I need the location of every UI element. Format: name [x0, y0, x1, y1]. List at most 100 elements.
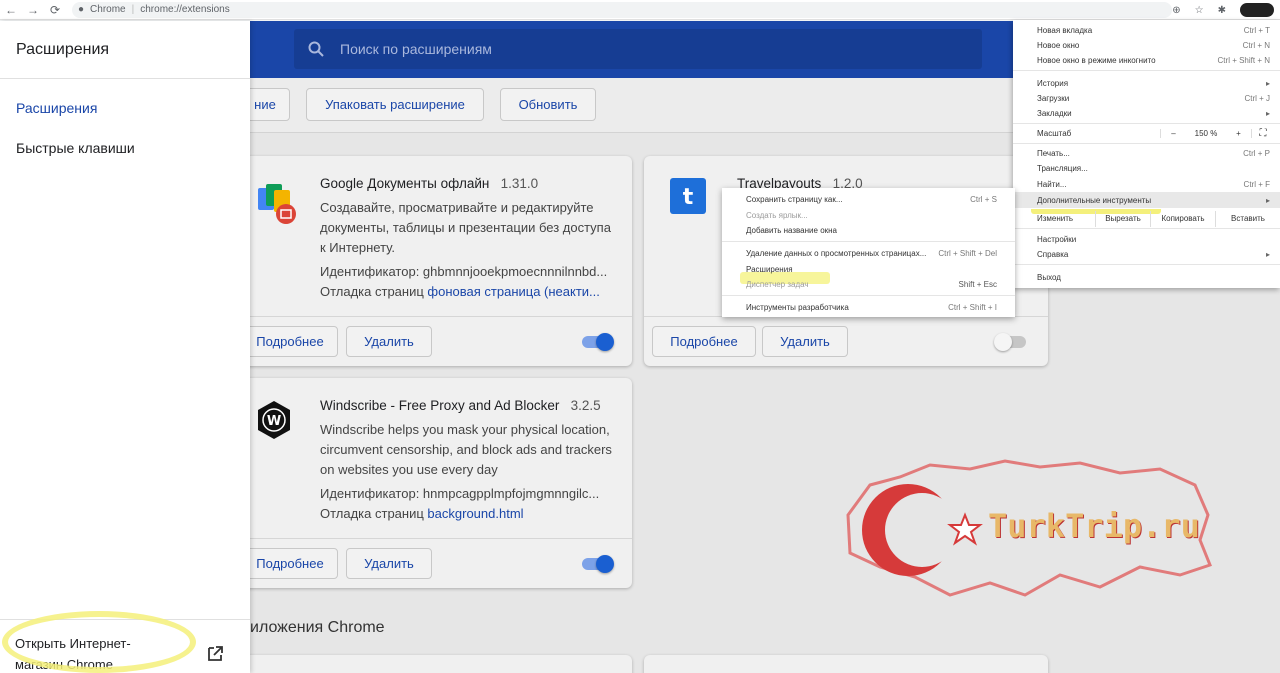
windscribe-icon: W: [258, 401, 290, 439]
search-icon: [308, 41, 324, 57]
menu-help[interactable]: Справка ▸: [1037, 247, 1270, 261]
google-docs-offline-icon: [258, 184, 296, 224]
travelpayouts-icon: t: [670, 178, 706, 214]
url-text: chrome://extensions: [140, 4, 230, 15]
card-divider: [240, 316, 632, 317]
update-button[interactable]: Обновить: [500, 88, 596, 121]
zoom-label: Масштаб: [1037, 128, 1072, 138]
zoom-value: 150 %: [1194, 128, 1218, 138]
zoom-icon[interactable]: ⊕: [1172, 5, 1180, 16]
enable-toggle[interactable]: [582, 333, 614, 351]
remove-button[interactable]: Удалить: [346, 548, 432, 579]
inspect-view-link[interactable]: фоновая страница (неакти...: [427, 284, 599, 299]
more-tools-submenu: Сохранить страницу как... Ctrl + S Создат…: [722, 188, 1015, 317]
menu-divider: [1013, 264, 1280, 265]
extension-description: Создавайте, просматривайте и редактируйт…: [320, 200, 611, 255]
watermark-text: TurkTrip.ru: [988, 507, 1200, 545]
menu-divider: [1013, 228, 1280, 229]
toggle-knob: [994, 333, 1012, 351]
submenu-create-shortcut: Создать ярлык...: [746, 210, 808, 220]
profile-avatar[interactable]: [1240, 3, 1274, 17]
toggle-knob: [596, 555, 614, 573]
zoom-out-button[interactable]: –: [1160, 128, 1186, 138]
inspect-views: Отладка страниц background.html: [320, 506, 524, 521]
menu-downloads[interactable]: Загрузки Ctrl + J: [1037, 91, 1270, 105]
toolbar-right: ⊕ ☆ ✱: [1172, 0, 1280, 20]
site-label: Chrome: [90, 4, 126, 15]
fullscreen-icon[interactable]: ⛶: [1252, 128, 1274, 139]
extension-card-gdocs: Google Документы офлайн 1.31.0 Создавайт…: [240, 156, 632, 366]
url-separator: |: [131, 4, 135, 15]
drawer-title: Расширения: [16, 41, 110, 58]
back-icon[interactable]: ←: [0, 3, 22, 17]
extension-id: Идентификатор: ghbmnnjooekpmoecnnnilnnbd…: [320, 264, 608, 279]
inspect-view-link[interactable]: background.html: [427, 506, 523, 521]
extension-title: Google Документы офлайн 1.31.0: [320, 176, 539, 191]
highlight-marker: [2, 611, 196, 673]
chrome-apps-heading: иложения Chrome: [250, 619, 385, 636]
paste-button[interactable]: Вставить: [1215, 211, 1280, 227]
details-button[interactable]: Подробнее: [242, 326, 338, 357]
drawer-item-extensions[interactable]: Расширения: [16, 100, 97, 116]
card-divider: [240, 538, 632, 539]
menu-new-window[interactable]: Новое окно Ctrl + N: [1037, 38, 1270, 52]
site-info-icon[interactable]: ●: [78, 4, 84, 15]
menu-find[interactable]: Найти... Ctrl + F: [1037, 177, 1270, 191]
details-button[interactable]: Подробнее: [242, 548, 338, 579]
zoom-controls: – 150 % + ⛶: [1160, 128, 1274, 139]
browser-toolbar: ← → ⟳ ● Chrome | chrome://extensions ⊕ ☆…: [0, 0, 1280, 20]
menu-divider: [1013, 70, 1280, 71]
menu-print[interactable]: Печать... Ctrl + P: [1037, 146, 1270, 160]
menu-exit[interactable]: Выход: [1037, 270, 1270, 284]
submenu-divider: [722, 241, 1015, 242]
submenu-divider: [722, 295, 1015, 296]
toggle-knob: [596, 333, 614, 351]
bookmark-star-icon[interactable]: ☆: [1195, 5, 1204, 16]
menu-incognito[interactable]: Новое окно в режиме инкогнито Ctrl + Shif…: [1037, 53, 1270, 67]
forward-icon[interactable]: →: [22, 3, 44, 17]
cut-button[interactable]: Вырезать: [1095, 211, 1150, 227]
turktrip-watermark: TurkTrip.ru: [830, 455, 1220, 605]
app-card-partial: [644, 655, 1048, 673]
submenu-extensions[interactable]: Расширения: [746, 262, 997, 276]
copy-button[interactable]: Копировать: [1150, 211, 1215, 227]
reload-icon[interactable]: ⟳: [44, 3, 66, 17]
extension-id: Идентификатор: hnmpcagpplmpfojmgmnngilc.…: [320, 486, 600, 501]
svg-text:W: W: [267, 414, 281, 429]
submenu-devtools[interactable]: Инструменты разработчика Ctrl + Shift + I: [746, 300, 997, 314]
menu-divider: [1013, 143, 1280, 144]
remove-button[interactable]: Удалить: [762, 326, 848, 357]
extensions-drawer: Расширения Расширения Быстрые клавиши От…: [0, 21, 250, 673]
remove-button[interactable]: Удалить: [346, 326, 432, 357]
address-bar[interactable]: ● Chrome | chrome://extensions: [72, 1, 1172, 18]
open-in-new-icon[interactable]: [206, 645, 224, 663]
pack-extension-button[interactable]: Упаковать расширение: [306, 88, 484, 121]
enable-toggle[interactable]: [994, 333, 1026, 351]
submenu-name-window[interactable]: Добавить название окна: [746, 223, 997, 237]
extensions-puzzle-icon[interactable]: ✱: [1218, 5, 1226, 16]
app-card-partial: [240, 655, 632, 673]
extension-title: Windscribe - Free Proxy and Ad Blocker 3…: [320, 398, 601, 413]
menu-settings[interactable]: Настройки: [1037, 232, 1270, 246]
menu-history[interactable]: История ▸: [1037, 76, 1270, 90]
menu-new-tab[interactable]: Новая вкладка Ctrl + T: [1037, 23, 1270, 37]
submenu-task-manager[interactable]: Диспетчер задач Shift + Esc: [746, 277, 997, 291]
menu-edit-row: Изменить Вырезать Копировать Вставить: [1013, 211, 1280, 227]
extension-card-windscribe: W Windscribe - Free Proxy and Ad Blocker…: [240, 378, 632, 588]
edit-label: Изменить: [1037, 214, 1074, 223]
search-placeholder: Поиск по расширениям: [340, 41, 492, 57]
menu-divider: [1013, 123, 1280, 124]
menu-zoom: Масштаб – 150 % + ⛶: [1037, 126, 1274, 140]
submenu-clear-data[interactable]: Удаление данных о просмотренных страница…: [746, 246, 997, 260]
extension-search[interactable]: Поиск по расширениям: [294, 29, 982, 69]
details-button[interactable]: Подробнее: [652, 326, 756, 357]
zoom-in-button[interactable]: +: [1226, 128, 1252, 138]
menu-bookmarks[interactable]: Закладки ▸: [1037, 106, 1270, 120]
drawer-item-shortcuts[interactable]: Быстрые клавиши: [16, 140, 135, 156]
submenu-save-page[interactable]: Сохранить страницу как... Ctrl + S: [746, 192, 997, 206]
inspect-views: Отладка страниц фоновая страница (неакти…: [320, 284, 600, 299]
menu-cast[interactable]: Трансляция...: [1037, 161, 1270, 175]
menu-more-tools[interactable]: Дополнительные инструменты ▸: [1037, 193, 1270, 207]
enable-toggle[interactable]: [582, 555, 614, 573]
chrome-main-menu: Новая вкладка Ctrl + T Новое окно Ctrl + N…: [1013, 20, 1280, 288]
